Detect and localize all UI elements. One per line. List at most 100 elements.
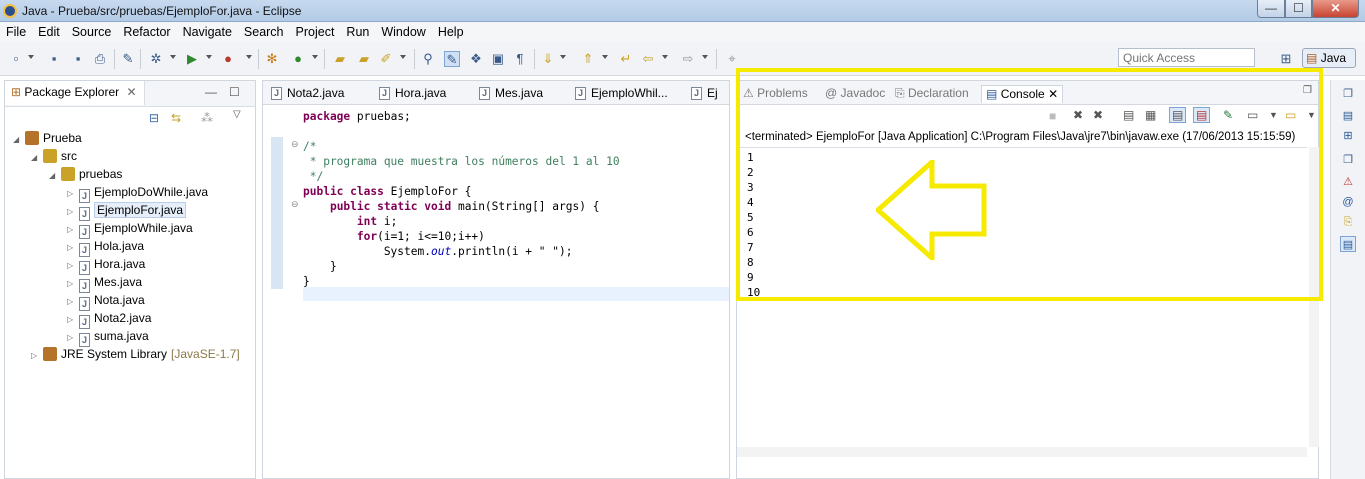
menu-navigate[interactable]: Navigate: [177, 25, 238, 39]
back-icon[interactable]: ⇦: [640, 51, 656, 67]
new-class-dropdown-icon[interactable]: [312, 55, 318, 59]
tree-item[interactable]: ▷ J EjemploFor.java: [67, 201, 187, 221]
scroll-lock-icon[interactable]: ▦: [1145, 108, 1156, 122]
menu-help[interactable]: Help: [432, 25, 470, 39]
java-perspective-button[interactable]: ▤ Java: [1302, 48, 1356, 68]
show-stderr-icon[interactable]: ▤: [1193, 107, 1211, 123]
show-whitespace-icon[interactable]: ❖: [468, 51, 484, 67]
tree-item[interactable]: ▷ J Nota.java: [67, 291, 145, 311]
tree-item[interactable]: ▷ J Hora.java: [67, 255, 145, 275]
forward-icon[interactable]: ⇨: [680, 51, 696, 67]
tree-item[interactable]: ▷ J Nota2.java: [67, 309, 151, 329]
expanded-twisty-icon[interactable]: ◢: [31, 149, 43, 167]
package-explorer-tab[interactable]: ⊞ Package Explorer ✕: [5, 81, 145, 105]
javadoc-icon[interactable]: @: [1340, 194, 1356, 210]
view-menu-icon[interactable]: ▽: [233, 109, 241, 120]
tree-item[interactable]: ▷ JRE System Library [JavaSE-1.7]: [31, 345, 240, 363]
tree-item[interactable]: ▷ Jsuma.java: [67, 327, 149, 347]
run-dropdown-icon[interactable]: [206, 55, 212, 59]
menu-search[interactable]: Search: [238, 25, 290, 39]
tree-item[interactable]: ◢ src: [31, 147, 77, 165]
tree-item[interactable]: ▷ J EjemploWhile.java: [67, 219, 193, 239]
link-with-editor-icon[interactable]: ⇆: [171, 111, 181, 125]
open-console-icon[interactable]: ▭: [1285, 108, 1296, 122]
block-select-icon[interactable]: ▣: [490, 51, 506, 67]
close-button[interactable]: ✕: [1312, 0, 1359, 18]
expanded-twisty-icon[interactable]: ◢: [13, 131, 25, 149]
remove-launch-icon[interactable]: ✖: [1073, 108, 1083, 122]
remove-all-icon[interactable]: ✖: [1093, 108, 1103, 122]
back-dropdown-icon[interactable]: [662, 55, 668, 59]
problems-icon[interactable]: ⚠: [1340, 174, 1356, 190]
search-dropdown-icon[interactable]: [400, 55, 406, 59]
show-stdout-icon[interactable]: ▤: [1169, 107, 1187, 123]
close-tab-icon[interactable]: ✕: [126, 85, 136, 99]
terminate-icon[interactable]: ■: [1049, 109, 1056, 123]
tree-item[interactable]: ▷ J EjemploDoWhile.java: [67, 183, 208, 203]
tree-item[interactable]: ◢ pruebas: [49, 165, 122, 183]
tab-nota2[interactable]: J Nota2.java: [269, 84, 344, 104]
restore-icon[interactable]: ❐: [1340, 152, 1356, 168]
new-class-icon[interactable]: ●: [290, 51, 306, 67]
maximize-button[interactable]: ☐: [1285, 0, 1312, 18]
tab-mes[interactable]: J Mes.java: [477, 84, 543, 104]
new-dropdown-icon[interactable]: [28, 55, 34, 59]
view-menu-dots-icon[interactable]: ⁂: [201, 111, 213, 125]
minimize-button[interactable]: —: [1257, 0, 1285, 18]
maximize-view-icon[interactable]: ☐: [229, 85, 240, 99]
print-icon[interactable]: ⎙: [92, 51, 108, 67]
menu-file[interactable]: File: [0, 25, 32, 39]
last-edit-icon[interactable]: ↵: [618, 51, 634, 67]
clear-console-icon[interactable]: ▤: [1123, 108, 1134, 122]
prev-annotation-icon[interactable]: ⇑: [580, 51, 596, 67]
display-dropdown-icon[interactable]: ▼: [1269, 110, 1278, 120]
fold-icon[interactable]: ⊖: [291, 139, 299, 150]
run-icon[interactable]: ▶: [184, 51, 200, 67]
menu-refactor[interactable]: Refactor: [117, 25, 176, 39]
display-console-icon[interactable]: ▭: [1247, 108, 1258, 122]
debug-icon[interactable]: ✲: [148, 51, 164, 67]
tree-item[interactable]: ◢ Prueba: [13, 129, 82, 147]
collapsed-twisty-icon[interactable]: ▷: [31, 347, 43, 365]
save-icon[interactable]: ▪: [46, 51, 62, 67]
vertical-scrollbar[interactable]: [1309, 147, 1319, 447]
menu-window[interactable]: Window: [375, 25, 431, 39]
expanded-twisty-icon[interactable]: ◢: [49, 167, 61, 185]
tree-item[interactable]: ▷ J Hola.java: [67, 237, 144, 257]
highlight-occurrences-icon[interactable]: ✎: [444, 51, 460, 67]
external-tools-icon[interactable]: ●: [220, 51, 236, 67]
prev-annotation-dropdown-icon[interactable]: [602, 55, 608, 59]
hierarchy-icon[interactable]: ⊞: [1340, 128, 1356, 144]
open-folder-icon[interactable]: ▰: [356, 51, 372, 67]
tree-item[interactable]: ▷ J Mes.java: [67, 273, 142, 293]
save-all-icon[interactable]: ▪: [70, 51, 86, 67]
paragraph-icon[interactable]: ¶: [512, 51, 528, 67]
restore-view-icon[interactable]: ❐: [1303, 85, 1312, 96]
tab-javadoc[interactable]: @ Javadoc: [825, 85, 885, 103]
tab-declaration[interactable]: ⎘ Declaration: [895, 85, 969, 103]
quick-access-input[interactable]: [1118, 48, 1255, 67]
pin-editor-icon[interactable]: ⌖: [724, 51, 740, 67]
open-type-icon[interactable]: ▰: [332, 51, 348, 67]
pin-console-icon[interactable]: ✎: [1223, 108, 1233, 122]
menu-project[interactable]: Project: [290, 25, 341, 39]
restore-icon[interactable]: ❐: [1340, 86, 1356, 102]
fold-icon[interactable]: ⊖: [291, 199, 299, 210]
tab-console[interactable]: ▤ Console ✕: [981, 85, 1064, 103]
console-icon[interactable]: ▤: [1340, 236, 1356, 252]
new-java-project-icon[interactable]: ✻: [264, 51, 280, 67]
console-output[interactable]: 1 2 3 4 5 6 7 8 9 10: [737, 147, 1307, 447]
collapse-all-icon[interactable]: ⊟: [149, 111, 159, 125]
menu-source[interactable]: Source: [66, 25, 118, 39]
tab-ejemplofor[interactable]: J Ej: [689, 84, 718, 104]
open-console-dropdown-icon[interactable]: ▼: [1307, 110, 1316, 120]
tab-hora[interactable]: J Hora.java: [377, 84, 446, 104]
minimize-view-icon[interactable]: —: [205, 85, 217, 99]
new-icon[interactable]: ▫: [8, 51, 24, 67]
search-tool-icon[interactable]: ✐: [378, 51, 394, 67]
next-annotation-dropdown-icon[interactable]: [560, 55, 566, 59]
external-tools-dropdown-icon[interactable]: [246, 55, 252, 59]
next-annotation-icon[interactable]: ⇓: [540, 51, 556, 67]
open-perspective-icon[interactable]: ⊞: [1278, 51, 1294, 67]
outline-icon[interactable]: ▤: [1340, 108, 1356, 124]
